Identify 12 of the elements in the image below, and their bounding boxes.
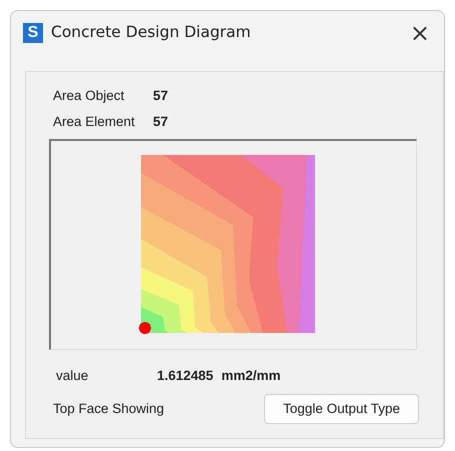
field-value: 57 bbox=[153, 113, 168, 132]
window-title: Concrete Design Diagram bbox=[51, 22, 251, 44]
field-label: Area Object bbox=[53, 87, 126, 105]
field-value: 57 bbox=[153, 87, 168, 105]
value-label: value bbox=[56, 366, 90, 384]
value-number: 1.612485 bbox=[157, 366, 214, 384]
toggle-output-button[interactable]: Toggle Output Type bbox=[264, 394, 419, 424]
value-unit: mm2/mm bbox=[221, 366, 281, 384]
close-button[interactable]: × bbox=[406, 19, 434, 47]
face-status-text: Top Face Showing bbox=[53, 400, 164, 418]
app-icon: S bbox=[23, 23, 43, 43]
field-label: Area Element bbox=[53, 113, 136, 132]
